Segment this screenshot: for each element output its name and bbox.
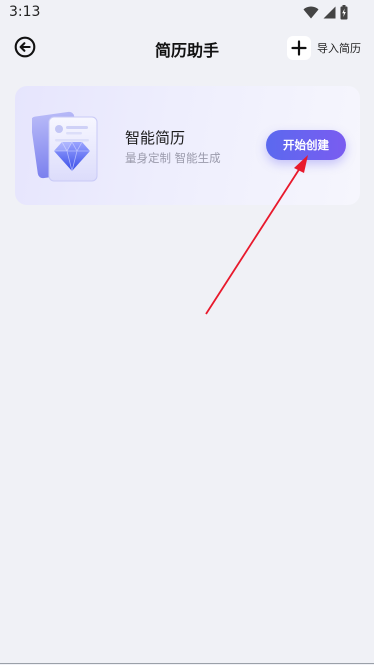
battery-charging-icon	[340, 4, 348, 20]
screen: 3:13 简历助手 导入简历 智能简历 量身定制 智能生成 开始创建	[0, 0, 374, 665]
start-create-button[interactable]: 开始创建	[266, 130, 346, 160]
status-time: 3:13	[9, 4, 41, 20]
signal-icon	[323, 6, 336, 19]
plus-icon	[287, 36, 311, 60]
smart-resume-card[interactable]: 智能简历 量身定制 智能生成 开始创建	[15, 86, 360, 205]
status-icons	[303, 4, 348, 20]
back-arrow-circle-icon	[14, 36, 36, 62]
status-bar: 3:13	[0, 0, 374, 26]
resume-diamond-icon	[30, 110, 122, 190]
bottom-divider	[0, 663, 374, 664]
import-resume-button[interactable]: 导入简历	[287, 36, 361, 60]
card-subtitle: 量身定制 智能生成	[125, 151, 221, 165]
header: 简历助手 导入简历	[0, 26, 374, 70]
import-resume-label: 导入简历	[317, 42, 361, 55]
back-button[interactable]	[12, 36, 38, 62]
wifi-icon	[303, 6, 319, 19]
card-title: 智能简历	[125, 129, 186, 147]
